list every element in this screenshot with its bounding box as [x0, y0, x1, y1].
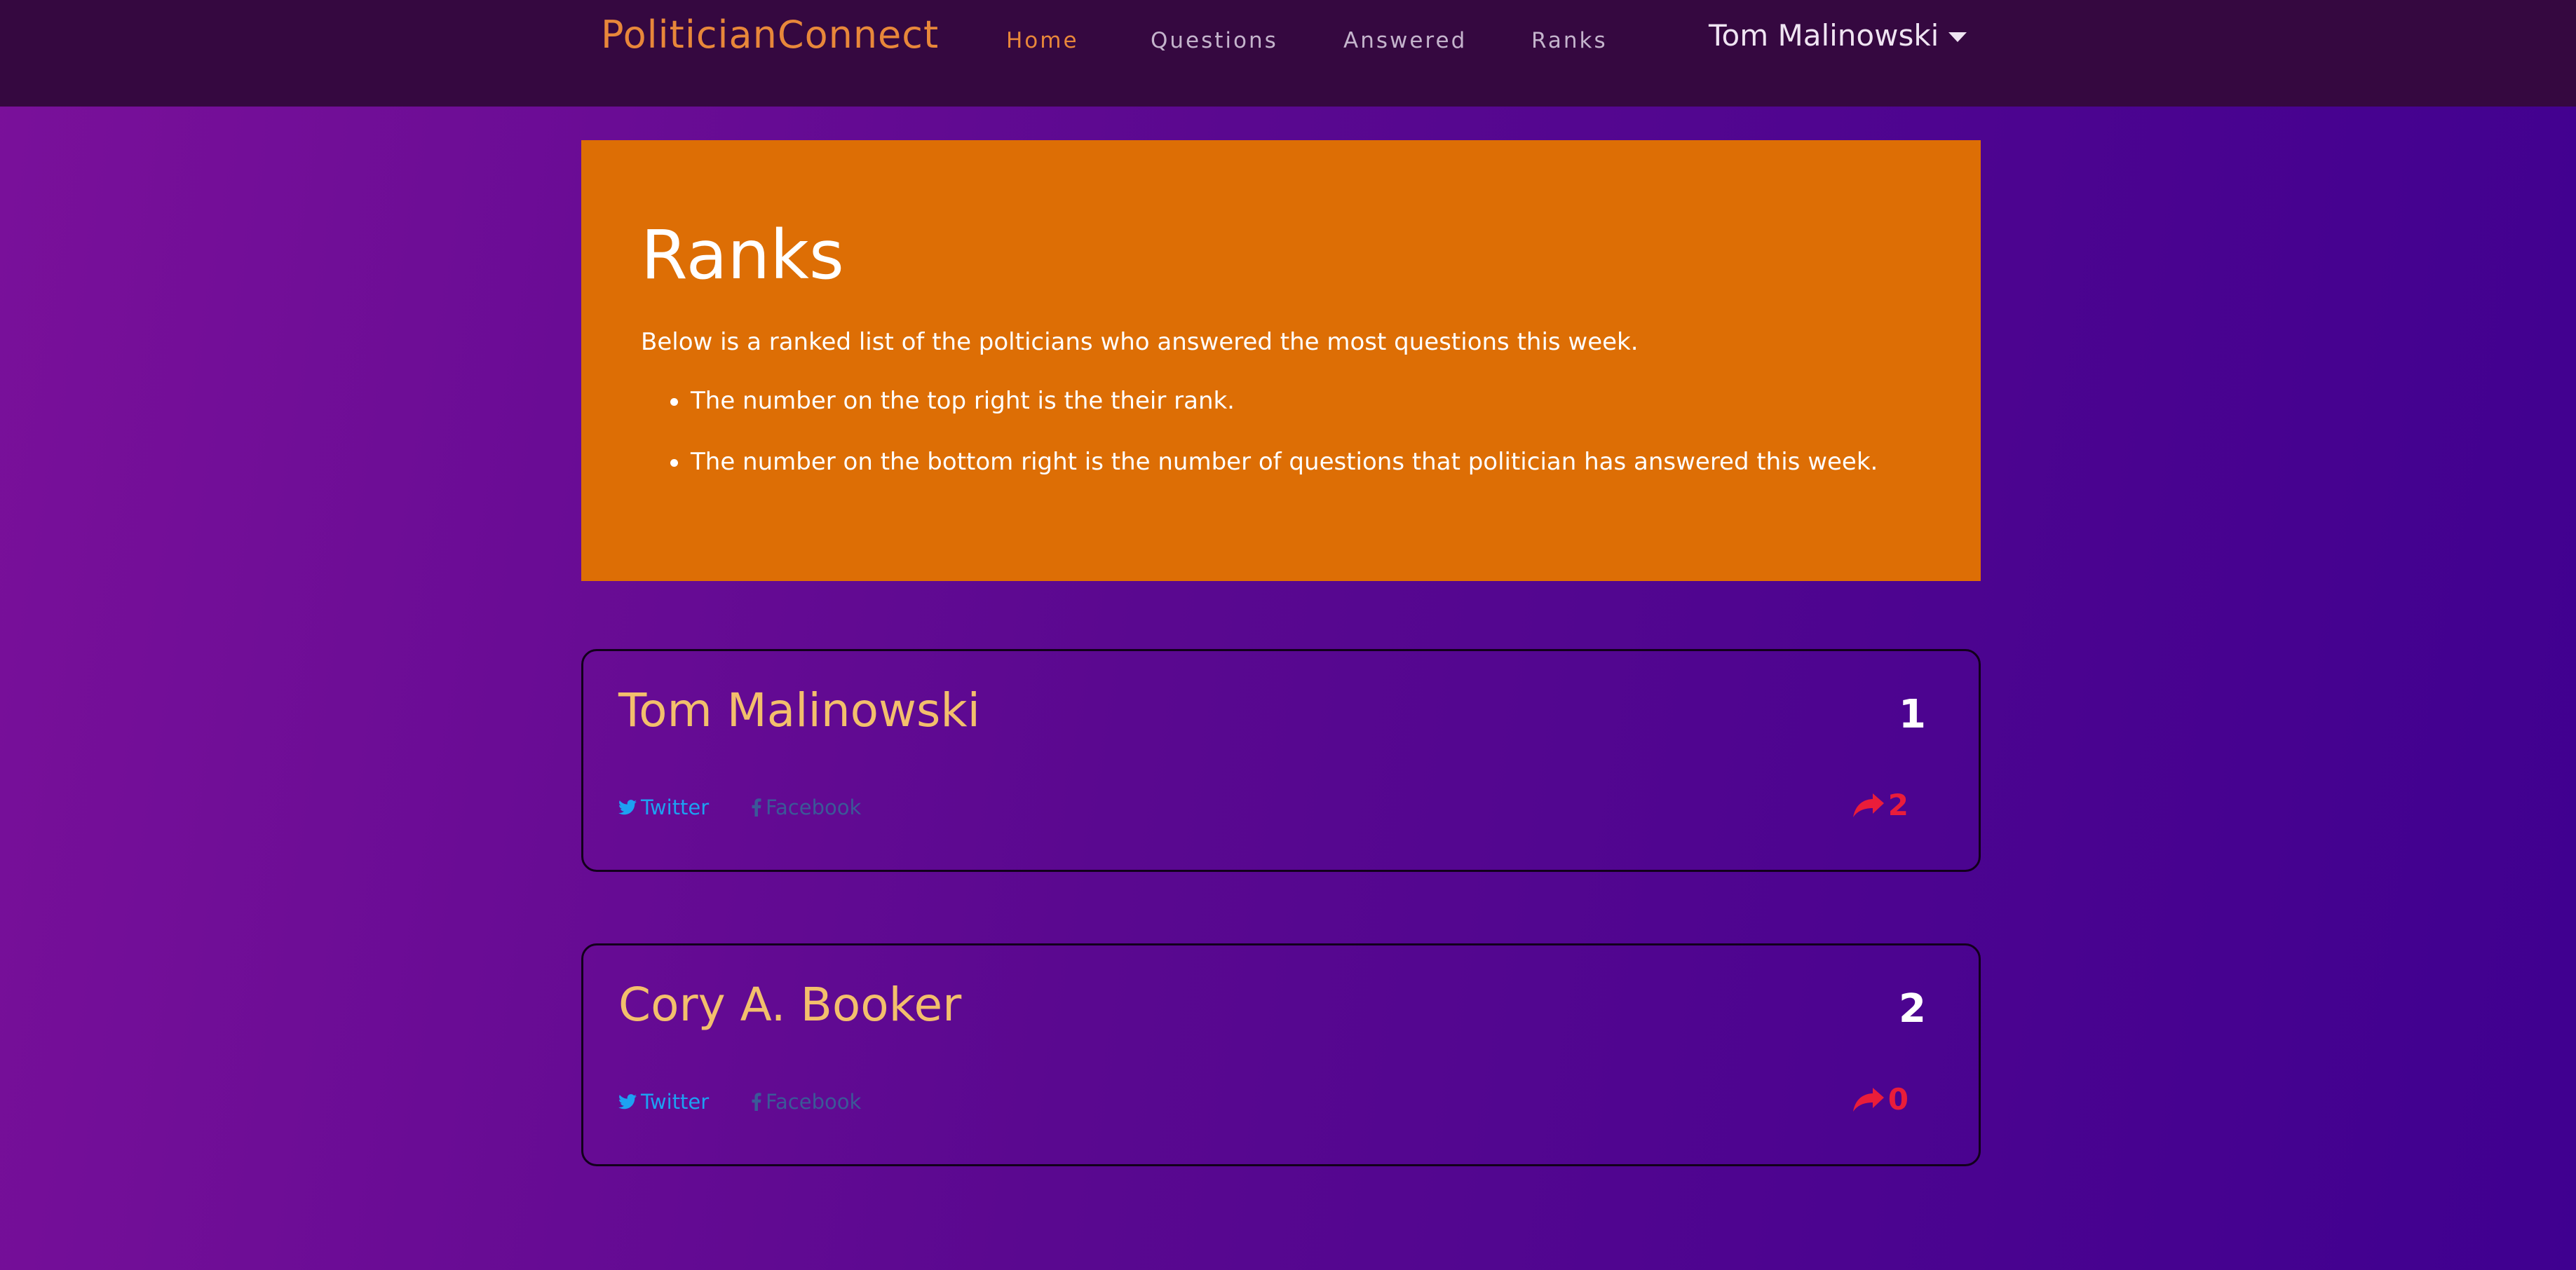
answered-count-value: 0 [1887, 1082, 1909, 1117]
intro-bullet: The number on the top right is the their… [641, 387, 1878, 448]
intro-bullet: The number on the bottom right is the nu… [641, 448, 1878, 509]
twitter-icon [618, 1094, 637, 1109]
facebook-link-label: Facebook [766, 796, 862, 819]
politician-name[interactable]: Tom Malinowski [618, 683, 980, 737]
rank-card: Cory A. Booker 2 Twitter Facebook 0 [581, 943, 1981, 1166]
facebook-link-label: Facebook [766, 1090, 862, 1114]
user-menu-dropdown[interactable]: Tom Malinowski [1709, 18, 1967, 53]
facebook-icon [752, 1093, 761, 1111]
intro-bullet-list: The number on the top right is the their… [641, 387, 1878, 509]
navbar: PoliticianConnect Home Questions Answere… [0, 0, 2576, 107]
facebook-link[interactable]: Facebook [752, 1090, 861, 1114]
brand-logo[interactable]: PoliticianConnect [601, 13, 939, 57]
share-arrow-icon [1852, 1087, 1884, 1112]
nav-home[interactable]: Home [1006, 28, 1079, 53]
answered-count: 0 [1852, 1082, 1909, 1117]
ranks-intro-panel: Ranks Below is a ranked list of the polt… [581, 140, 1981, 581]
twitter-link[interactable]: Twitter [618, 796, 709, 819]
twitter-link-label: Twitter [641, 796, 710, 819]
twitter-link[interactable]: Twitter [618, 1090, 709, 1114]
intro-text: Below is a ranked list of the polticians… [641, 328, 1639, 356]
intro-bullet-text: The number on the top right is the their… [691, 387, 1235, 415]
twitter-link-label: Twitter [641, 1090, 710, 1114]
politician-name[interactable]: Cory A. Booker [618, 978, 961, 1032]
share-arrow-icon [1852, 793, 1884, 817]
nav-answered[interactable]: Answered [1343, 28, 1467, 53]
nav-ranks[interactable]: Ranks [1531, 28, 1608, 53]
twitter-icon [618, 800, 637, 815]
page-title: Ranks [641, 216, 844, 294]
answered-count-value: 2 [1887, 788, 1909, 822]
user-menu-label: Tom Malinowski [1709, 18, 1939, 53]
rank-number: 1 [1899, 692, 1926, 737]
nav-questions[interactable]: Questions [1151, 28, 1278, 53]
caret-down-icon [1948, 32, 1967, 42]
answered-count: 2 [1852, 788, 1909, 822]
facebook-link[interactable]: Facebook [752, 796, 861, 819]
rank-number: 2 [1899, 986, 1926, 1032]
rank-card: Tom Malinowski 1 Twitter Facebook 2 [581, 649, 1981, 872]
bullet-dot-icon [670, 398, 678, 406]
intro-bullet-text: The number on the bottom right is the nu… [691, 448, 1878, 476]
facebook-icon [752, 798, 761, 817]
bullet-dot-icon [670, 459, 678, 467]
